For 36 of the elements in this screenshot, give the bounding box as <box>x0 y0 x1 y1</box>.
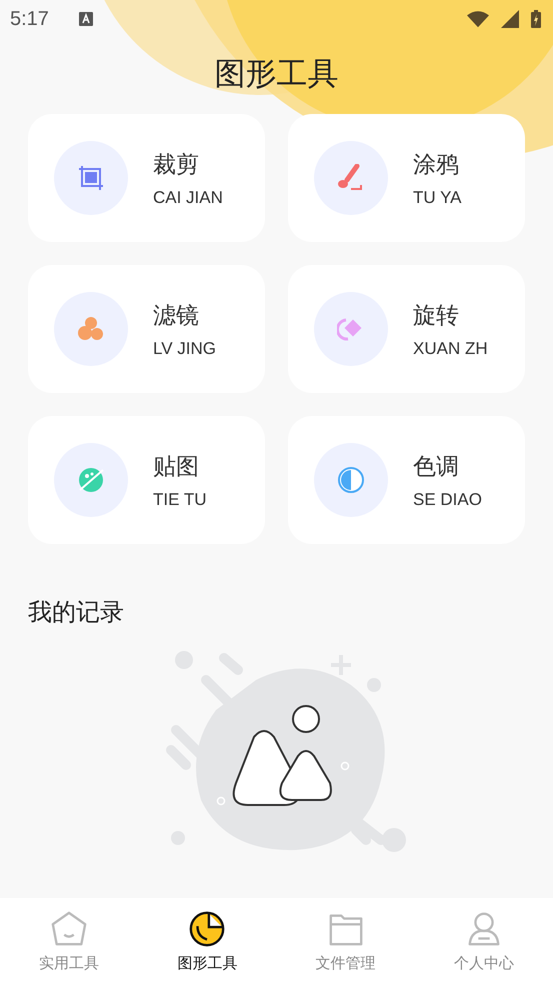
filter-icon <box>77 315 105 343</box>
tool-name: 贴图 <box>153 452 200 482</box>
signal-icon <box>499 10 521 28</box>
tool-card[interactable]: 裁剪 CAI JIAN <box>28 114 265 242</box>
sticker-icon <box>77 466 105 494</box>
contrast-icon <box>337 466 365 494</box>
section-title: 我的记录 <box>28 597 124 628</box>
tool-pinyin: SE DIAO <box>413 490 482 510</box>
tool-pinyin: TIE TU <box>153 490 207 510</box>
crop-icon <box>77 164 105 192</box>
tool-pinyin: TU YA <box>413 188 462 208</box>
nav-tab[interactable]: 图形工具 <box>147 910 268 972</box>
wifi-icon <box>467 10 489 28</box>
tool-name: 涂鸦 <box>413 150 460 180</box>
tool-name: 滤镜 <box>153 302 200 330</box>
tool-pinyin: XUAN ZH <box>413 338 488 358</box>
nav-tab[interactable]: 文件管理 <box>286 910 406 972</box>
brush-icon <box>337 164 365 192</box>
battery-icon <box>531 9 541 29</box>
nav-tab[interactable]: 实用工具 <box>9 910 130 972</box>
tool-card[interactable]: 色调 SE DIAO <box>288 416 525 544</box>
tool-card[interactable]: 贴图 TIE TU <box>28 416 265 544</box>
status-time: 5:17 <box>10 8 49 30</box>
tool-name: 旋转 <box>413 302 460 330</box>
page-title: 图形工具 <box>214 55 338 94</box>
tool-pinyin: CAI JIAN <box>153 188 223 208</box>
tool-card[interactable]: 旋转 XUAN ZH <box>288 265 525 393</box>
tool-pinyin: LV JING <box>153 338 216 358</box>
home-icon <box>50 910 88 948</box>
notification-icon <box>78 12 93 26</box>
tool-card[interactable]: 涂鸦 TU YA <box>288 114 525 242</box>
tool-name: 色调 <box>413 452 460 482</box>
tool-card[interactable]: 滤镜 LV JING <box>28 265 265 393</box>
pie-chart-icon <box>188 910 226 948</box>
tool-name: 裁剪 <box>153 150 200 180</box>
nav-tab[interactable]: 个人中心 <box>424 910 544 972</box>
